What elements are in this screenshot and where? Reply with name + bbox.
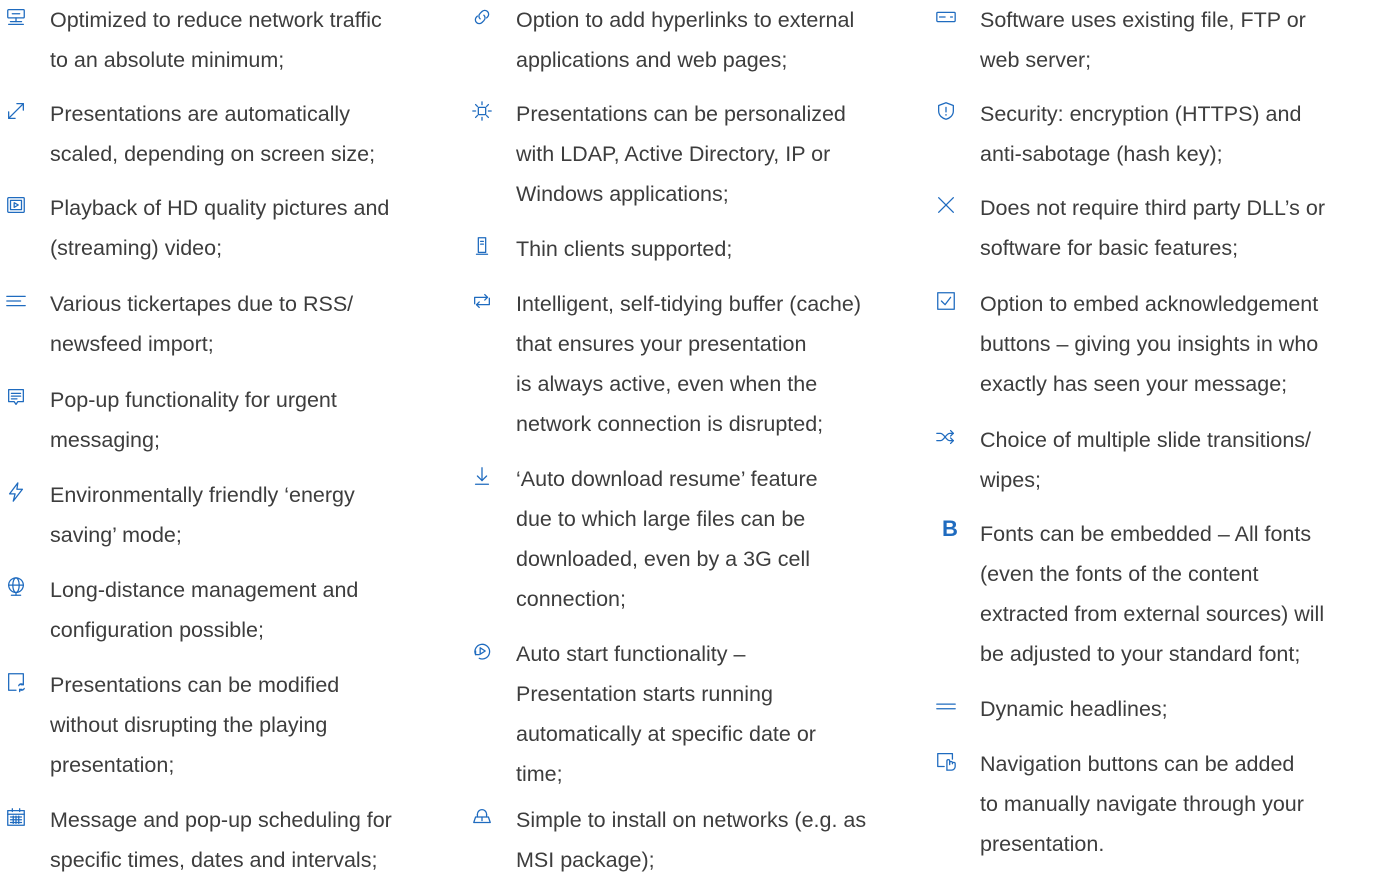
feature-text: Presentations can be modified without dis… <box>50 673 340 777</box>
thin-client-icon <box>469 233 495 259</box>
install-network-icon <box>469 804 495 830</box>
link-icon <box>469 4 495 30</box>
bold-b-icon: B <box>942 516 958 541</box>
navigation-hand-icon <box>933 748 959 774</box>
feature-text: Thin clients supported; <box>516 237 733 261</box>
message-popup-icon <box>3 384 29 410</box>
feature-text: Navigation buttons can be added to manual… <box>980 752 1304 856</box>
feature-text: Security: encryption (HTTPS) and anti-sab… <box>980 102 1302 166</box>
feature-text: Presentations are automatically scaled, d… <box>50 102 376 166</box>
feature-text: Message and pop-up scheduling for specifi… <box>50 808 392 872</box>
server-icon <box>933 4 959 30</box>
network-monitor-icon <box>3 4 29 30</box>
auto-start-icon <box>469 638 495 664</box>
feature-text: Dynamic headlines; <box>980 697 1168 721</box>
feature-text: Playback of HD quality pictures and (stre… <box>50 196 390 260</box>
feature-text: Long-distance management and configuratio… <box>50 578 359 642</box>
expand-arrow-icon <box>3 98 29 124</box>
feature-text: Presentations can be personalized with LD… <box>516 102 846 206</box>
video-screen-icon <box>3 192 29 218</box>
feature-text: Simple to install on networks (e.g. as MS… <box>516 808 867 872</box>
personalize-light-icon <box>469 98 495 124</box>
feature-text: Optimized to reduce network traffic to an… <box>50 8 382 72</box>
checkbox-icon <box>933 288 959 314</box>
feature-text: Option to add hyperlinks to external appl… <box>516 8 855 72</box>
feature-text: Choice of multiple slide transitions/wip… <box>980 428 1312 492</box>
feature-text: Software uses existing file, FTP or web s… <box>980 8 1306 72</box>
download-arrow-icon <box>469 463 495 489</box>
shuffle-icon <box>933 424 959 450</box>
feature-text: Various tickertapes due to RSS/newsfeed … <box>50 292 354 356</box>
text-lines-icon <box>3 288 29 314</box>
double-line-icon <box>933 693 959 719</box>
repeat-icon <box>469 288 495 314</box>
feature-text: Intelligent, self-tidying buffer (cache)… <box>516 292 861 436</box>
feature-text: Option to embed acknowledgement buttons –… <box>980 292 1319 396</box>
globe-monitor-icon <box>3 574 29 600</box>
feature-text: Auto start functionality – Presentation s… <box>516 642 816 786</box>
feature-text: Does not require third party DLL’s or sof… <box>980 196 1325 260</box>
shield-icon <box>933 98 959 124</box>
feature-text: Pop-up functionality for urgent messaging… <box>50 388 337 452</box>
feature-text: ‘Auto download resume’ feature due to whi… <box>516 467 818 611</box>
feature-text: Fonts can be embedded – All fonts (even t… <box>980 522 1325 666</box>
document-refresh-icon <box>3 669 29 695</box>
close-x-icon <box>933 192 959 218</box>
calendar-icon <box>3 804 29 830</box>
feature-text: Environmentally friendly ‘energy saving’ … <box>50 483 355 547</box>
lightning-icon <box>3 479 29 505</box>
